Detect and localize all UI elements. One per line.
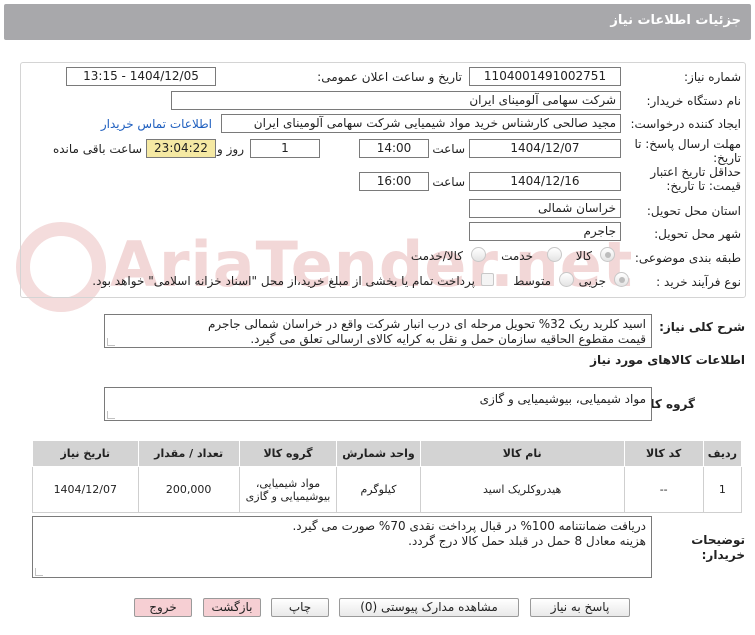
category-option-goods: کالا [575,249,592,263]
items-table: ردیف کد کالا نام کالا واحد شمارش گروه کا… [32,440,743,513]
col-header-date: تاریخ نیاز [32,440,139,467]
buyer-notes-label-line1: توضیحات [691,533,745,547]
need-number-label: شماره نیاز: [684,70,741,84]
purchase-radio-medium[interactable] [559,272,574,287]
back-button[interactable]: بازگشت [203,598,261,617]
remaining-time-field: 23:04:22 [146,139,216,158]
announce-field: 1404/12/05 - 13:15 [66,67,216,86]
deadline-time-field: 14:00 [359,139,429,158]
deadline-label-line1: مهلت ارسال پاسخ: تا [634,137,741,151]
cell-date: 1404/12/07 [32,466,139,513]
validity-date-field: 1404/12/16 [469,172,621,191]
reply-button[interactable]: پاسخ به نیاز [530,598,630,617]
col-header-group: گروه کالا [238,440,338,467]
resize-handle-icon[interactable] [107,411,115,419]
validity-label-line2: قیمت: تا تاریخ: [666,179,741,193]
deadline-days-label: روز و [217,142,244,156]
cell-name: هیدروکلریک اسید [419,466,625,513]
deadline-time-label: ساعت [432,142,465,156]
province-field: خراسان شمالی [469,199,621,218]
deadline-label-line2: تاریخ: [713,151,741,165]
purchase-radio-minor[interactable] [614,272,629,287]
validity-label-line1: حداقل تاریخ اعتبار [650,165,741,179]
need-number-field: 1104001491002751 [469,67,621,86]
buyer-org-label: نام دستگاه خریدار: [646,94,742,108]
page-title: جزئیات اطلاعات نیاز [610,13,741,28]
goods-group-textarea: مواد شیمیایی، بیوشیمیایی و گازی [104,387,652,421]
cell-group: مواد شیمیایی، بیوشیمیایی و گازی [238,466,338,513]
treasury-note: پرداخت تمام یا بخشی از مبلغ خرید،از محل … [92,274,475,288]
col-header-code: کد کالا [623,440,704,467]
buyer-contact-link[interactable]: اطلاعات تماس خریدار [101,117,212,131]
treasury-checkbox[interactable] [481,273,494,286]
requester-field: مجید صالحی کارشناس خرید مواد شیمیایی شرک… [221,114,621,133]
category-radio-goods[interactable] [600,247,615,262]
deadline-days-field: 1 [250,139,320,158]
exit-button[interactable]: خروج [134,598,192,617]
remaining-time-label: ساعت باقی مانده [52,142,142,156]
announce-label: تاریخ و ساعت اعلان عمومی: [317,70,462,84]
summary-textarea: اسید کلرید ریک 32% تحویل مرحله ای درب ان… [104,314,652,348]
table-header-row: ردیف کد کالا نام کالا واحد شمارش گروه کا… [32,440,743,467]
summary-line1: اسید کلرید ریک 32% تحویل مرحله ای درب ان… [207,317,646,331]
category-option-goods-service: کالا/خدمت [410,249,463,263]
cell-code: -- [623,466,704,513]
category-radio-service[interactable] [547,247,562,262]
items-table-wrapper: ردیف کد کالا نام کالا واحد شمارش گروه کا… [32,440,743,513]
summary-label: شرح کلی نیاز: [659,320,745,334]
table-row: 1 -- هیدروکلریک اسید کیلوگرم مواد شیمیای… [32,466,743,513]
goods-group-value: مواد شیمیایی، بیوشیمیایی و گازی [479,392,646,406]
city-label: شهر محل تحویل: [654,227,741,241]
summary-line2: قیمت مقطوع الحاقیه سازمان حمل و نقل به ک… [250,332,646,346]
cell-qty: 200,000 [137,466,240,513]
col-header-qty: تعداد / مقدار [137,440,240,467]
category-radio-goods-service[interactable] [471,247,486,262]
col-header-row-num: ردیف [702,440,743,467]
buyer-notes-line1: دریافت ضمانتنامه 100% در قبال پرداخت نقد… [292,519,646,533]
city-field: جاجرم [469,222,621,241]
purchase-option-minor: جزیی [578,274,606,288]
category-option-service: خدمت [501,249,533,263]
category-label: طبقه بندی موضوعی: [634,251,741,265]
buyer-notes-line2: هزینه معادل 8 حمل در قبلد حمل کالا درج گ… [408,534,646,548]
validity-time-label: ساعت [432,175,465,189]
validity-time-field: 16:00 [359,172,429,191]
deadline-date-field: 1404/12/07 [469,139,621,158]
resize-handle-icon[interactable] [107,338,115,346]
buyer-notes-textarea: دریافت ضمانتنامه 100% در قبال پرداخت نقد… [32,516,652,578]
resize-handle-icon[interactable] [35,568,43,576]
cell-row-num: 1 [702,466,743,513]
purchase-type-label: نوع فرآیند خرید : [656,275,741,289]
requester-label: ایجاد کننده درخواست: [630,117,741,131]
col-header-unit: واحد شمارش [336,440,421,467]
province-label: استان محل تحویل: [646,204,741,218]
print-button[interactable]: چاپ [271,598,329,617]
page-header: جزئیات اطلاعات نیاز [4,4,751,40]
purchase-option-medium: متوسط [513,274,551,288]
goods-info-title: اطلاعات کالاهای مورد نیاز [590,353,745,367]
view-attachments-button[interactable]: مشاهده مدارک پیوستی (0) [339,598,519,617]
col-header-name: نام کالا [419,440,625,467]
buyer-notes-label-line2: خریدار: [701,548,745,562]
buyer-org-field: شرکت سهامی آلومینای ایران [171,91,621,110]
cell-unit: کیلوگرم [336,466,421,513]
